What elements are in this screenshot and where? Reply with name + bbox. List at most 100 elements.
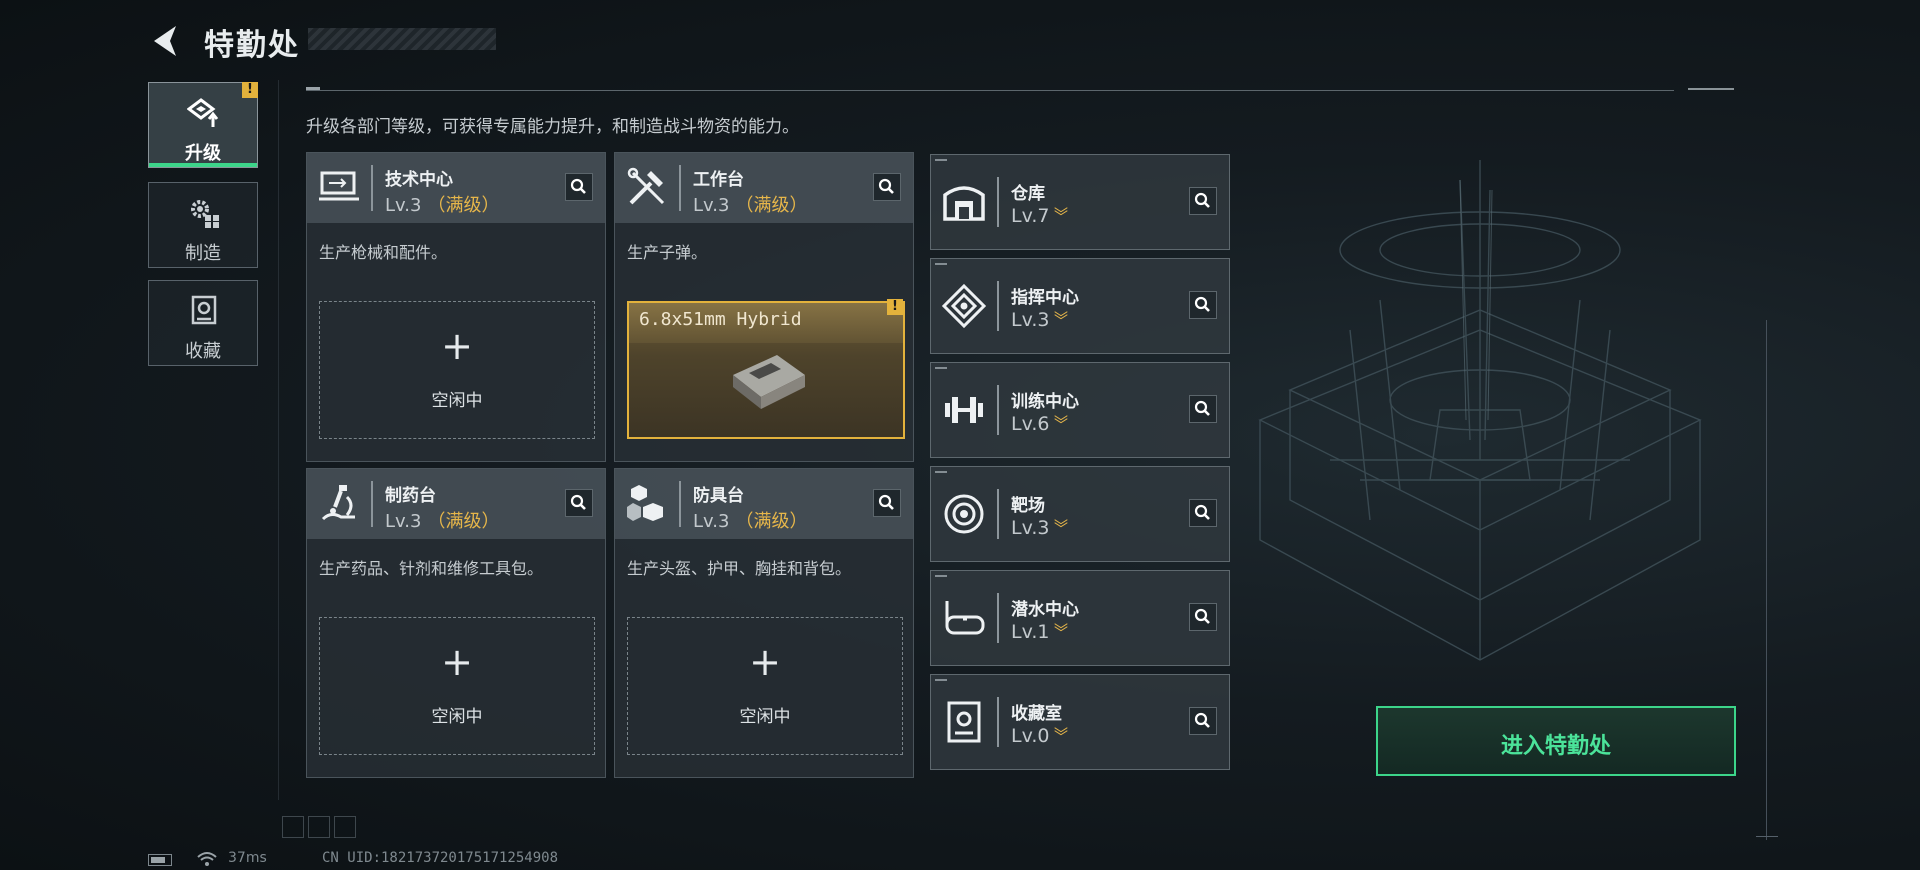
slot-status: 空闲中 (431, 707, 483, 727)
shooting-range-icon (944, 494, 984, 534)
facility-level: Lv.1 〈〈 (1011, 621, 1071, 643)
user-uid: CN UID:1821737201751712549​08 (322, 850, 559, 866)
divider-tick (306, 87, 320, 90)
details-search-button[interactable] (1189, 395, 1217, 423)
item-separator (997, 177, 999, 227)
search-icon (1194, 712, 1210, 728)
facility-name: 训练中心 (1011, 392, 1079, 412)
header-separator (371, 481, 373, 527)
facility-name: 靶场 (1011, 496, 1045, 516)
search-icon (570, 494, 586, 510)
upgrade-chevron-icon: 〈〈 (1054, 210, 1071, 224)
level-value: Lv.3 (693, 195, 730, 216)
wifi-icon (197, 852, 217, 866)
facility-command-center[interactable]: 指挥中心 Lv.3 〈〈 (930, 258, 1230, 354)
upgrade-chevron-icon: 〈〈 (1054, 522, 1071, 536)
facility-name: 收藏室 (1011, 704, 1062, 724)
details-search-button[interactable] (873, 489, 901, 517)
enter-special-ops-button[interactable]: 进入特勤处 (1376, 706, 1736, 776)
department-level: Lv.3 （满级） (385, 507, 499, 533)
tab-craft[interactable]: 制造 (148, 182, 258, 268)
level-value: Lv.6 (1011, 413, 1050, 435)
level-value: Lv.3 (693, 511, 730, 532)
decorative-line (1766, 320, 1767, 840)
search-icon (878, 494, 894, 510)
search-icon (1194, 504, 1210, 520)
production-slot-idle[interactable]: + 空闲中 (319, 617, 595, 755)
plus-icon: + (441, 324, 473, 368)
plus-icon: + (441, 640, 473, 684)
facility-collection-room[interactable]: 收藏室 Lv.0 〈〈 (930, 674, 1230, 770)
facility-training-center[interactable]: 训练中心 Lv.6 〈〈 (930, 362, 1230, 458)
production-slot-idle[interactable]: + 空闲中 (627, 617, 903, 755)
card-header: 防具台 Lv.3 （满级） (615, 469, 913, 539)
slot-warning-badge: ! (887, 299, 903, 315)
production-slot-idle[interactable]: + 空闲中 (319, 301, 595, 439)
item-separator (997, 281, 999, 331)
level-value: Lv.1 (1011, 621, 1050, 643)
max-level-tag: （满级） (735, 511, 808, 532)
tab-collection[interactable]: 收藏 (148, 280, 258, 366)
base-wireframe-illustration (1258, 160, 1702, 661)
upgrade-chevron-icon: 〈〈 (1054, 418, 1071, 432)
facility-diving-center[interactable]: 潜水中心 Lv.1 〈〈 (930, 570, 1230, 666)
details-search-button[interactable] (873, 173, 901, 201)
armor-bench-icon (627, 485, 663, 521)
department-card-tech-center: 技术中心 Lv.3 （满级） 生产枪械和配件。 + 空闲中 (306, 152, 606, 462)
level-value: Lv.0 (1011, 725, 1050, 747)
production-slot-active[interactable]: 6.8x51mm Hybrid (627, 301, 905, 439)
facility-warehouse[interactable]: 仓库 Lv.7 〈〈 (930, 154, 1230, 250)
search-icon (1194, 296, 1210, 312)
card-header: 工作台 Lv.3 （满级） (615, 153, 913, 223)
max-level-tag: （满级） (735, 195, 808, 216)
facility-level: Lv.6 〈〈 (1011, 413, 1071, 435)
decorative-square (282, 816, 304, 838)
item-separator (997, 697, 999, 747)
level-value: Lv.3 (385, 511, 422, 532)
network-ping: 37ms (228, 850, 267, 866)
details-search-button[interactable] (565, 489, 593, 517)
card-header: 制药台 Lv.3 （满级） (307, 469, 605, 539)
enter-button-label: 进入特勤处 (1500, 734, 1611, 759)
battery-icon (148, 854, 172, 866)
search-icon (570, 178, 586, 194)
workbench-icon (627, 167, 665, 205)
department-name: 防具台 (693, 486, 744, 506)
facility-level: Lv.3 〈〈 (1011, 517, 1071, 539)
details-search-button[interactable] (1189, 187, 1217, 215)
facility-name: 仓库 (1011, 184, 1045, 204)
details-search-button[interactable] (1189, 707, 1217, 735)
details-search-button[interactable] (1189, 603, 1217, 631)
gears-icon (191, 200, 219, 228)
department-name: 技术中心 (385, 170, 453, 190)
tab-upgrade-label: 升级 (185, 143, 221, 164)
back-arrow-icon[interactable] (148, 22, 182, 60)
facility-level: Lv.7 〈〈 (1011, 205, 1071, 227)
department-name: 工作台 (693, 170, 744, 190)
tab-collection-label: 收藏 (185, 341, 221, 362)
divider-dash (1688, 88, 1734, 90)
details-search-button[interactable] (1189, 499, 1217, 527)
department-level: Lv.3 （满级） (693, 191, 807, 217)
facility-shooting-range[interactable]: 靶场 Lv.3 〈〈 (930, 466, 1230, 562)
divider (306, 90, 1674, 91)
header-separator (679, 165, 681, 211)
level-value: Lv.7 (1011, 205, 1050, 227)
level-value: Lv.3 (1011, 517, 1050, 539)
decorative-cross (1756, 836, 1778, 837)
decorative-square (308, 816, 330, 838)
facility-level: Lv.0 〈〈 (1011, 725, 1071, 747)
department-description: 生产药品、针剂和维修工具包。 (319, 559, 544, 578)
item-separator (997, 593, 999, 643)
department-description: 生产子弹。 (627, 243, 708, 262)
department-level: Lv.3 （满级） (385, 191, 499, 217)
department-card-pharmacy: 制药台 Lv.3 （满级） 生产药品、针剂和维修工具包。 + 空闲中 (306, 468, 606, 778)
item-separator (997, 385, 999, 435)
search-icon (1194, 192, 1210, 208)
details-search-button[interactable] (565, 173, 593, 201)
decorative-square (334, 816, 356, 838)
level-value: Lv.3 (385, 195, 422, 216)
facility-level: Lv.3 〈〈 (1011, 309, 1071, 331)
produced-item-name: 6.8x51mm Hybrid (639, 309, 802, 330)
details-search-button[interactable] (1189, 291, 1217, 319)
